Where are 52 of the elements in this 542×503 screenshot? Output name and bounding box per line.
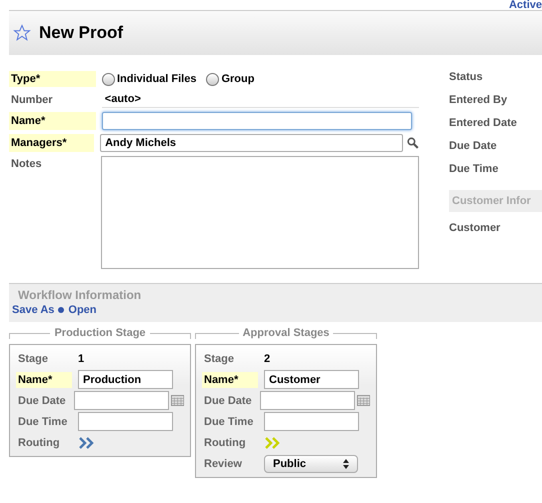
field-label: Routing — [17, 436, 61, 450]
side-label: Customer — [449, 222, 502, 236]
field-label: Review — [203, 456, 243, 472]
field-label: Type* — [9, 71, 96, 87]
page-title: New Proof — [39, 23, 124, 43]
side-label: Due Date — [449, 140, 498, 154]
field-label: Stage — [17, 352, 49, 366]
due-date-input[interactable] — [260, 391, 355, 410]
field-label: Number — [10, 92, 54, 108]
field-label: Managers* — [9, 134, 94, 152]
radio-option[interactable]: Individual Files — [102, 72, 196, 86]
calendar-icon[interactable] — [170, 394, 184, 407]
search-icon[interactable] — [407, 137, 420, 149]
radio-option[interactable]: Group — [206, 72, 254, 86]
active-link[interactable]: Active — [508, 0, 542, 10]
name-input[interactable] — [102, 112, 412, 130]
number-value: <auto> — [102, 91, 419, 108]
stage-name-input[interactable]: Production — [78, 370, 173, 389]
side-label: Due Time — [449, 163, 500, 177]
group-title: Production Stage — [54, 327, 146, 339]
workflow-link[interactable]: Open — [68, 304, 97, 316]
notes-textarea[interactable] — [100, 156, 419, 269]
field-label: Due Time — [17, 414, 68, 430]
section-header: Customer Infor — [449, 190, 542, 212]
review-select[interactable]: Public — [264, 454, 358, 472]
star-icon[interactable] — [13, 24, 31, 42]
due-time-input[interactable] — [78, 412, 173, 431]
side-label: Status — [449, 71, 484, 85]
field-label: Due Time — [203, 414, 254, 430]
workflow-link[interactable]: Save As — [12, 304, 54, 316]
field-label: Name* — [9, 112, 96, 130]
field-label: Name* — [202, 372, 258, 388]
section-title: Workflow Information — [17, 288, 142, 302]
due-time-input[interactable] — [264, 412, 359, 431]
stage-name-input[interactable]: Customer — [264, 370, 359, 389]
managers-input[interactable]: Andy Michels — [100, 134, 404, 152]
bullet-icon — [58, 307, 64, 313]
updown-icon — [343, 458, 349, 468]
field-label: Notes — [10, 157, 43, 172]
side-label: Entered By — [449, 94, 508, 108]
field-label: Due Date — [203, 394, 253, 408]
field-label: Stage — [203, 352, 235, 366]
calendar-icon[interactable] — [356, 394, 370, 407]
side-label: Entered Date — [449, 117, 518, 131]
field-label: Due Date — [17, 394, 67, 408]
field-label: Routing — [203, 436, 247, 450]
due-date-input[interactable] — [74, 391, 169, 410]
field-label: Name* — [16, 372, 72, 388]
group-title: Approval Stages — [242, 327, 330, 339]
stage-number: 2 — [264, 352, 270, 364]
double-chevron-icon[interactable] — [78, 436, 94, 448]
stage-number: 1 — [78, 352, 84, 364]
